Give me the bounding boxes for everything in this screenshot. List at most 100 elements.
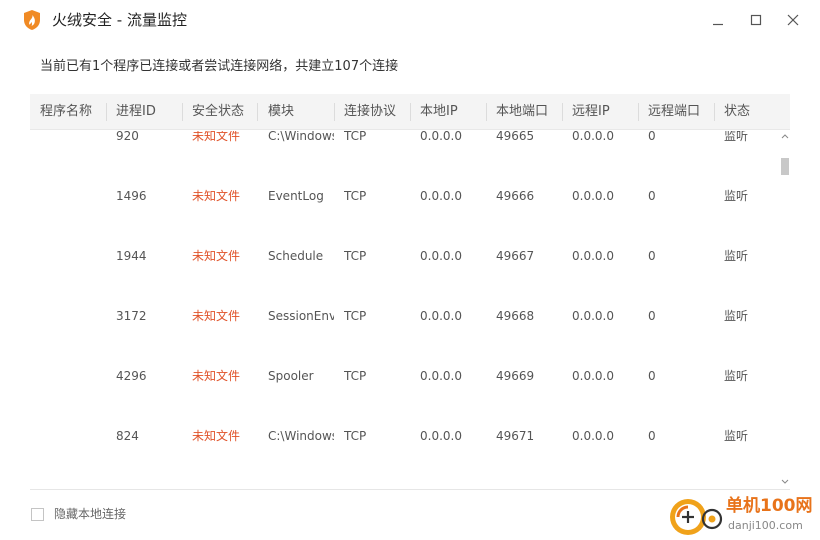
title-bar: 火绒安全 - 流量监控	[0, 0, 820, 40]
cell-state: 监听	[724, 189, 749, 203]
cell-local-port: 49667	[496, 249, 535, 263]
cell-local-port: 49669	[496, 369, 535, 383]
chevron-up-icon	[781, 134, 789, 139]
cell-protocol: TCP	[344, 309, 367, 323]
cell-protocol: TCP	[344, 189, 367, 203]
cell-security-status: 未知文件	[192, 131, 241, 143]
cell-remote-ip: 0.0.0.0	[572, 309, 614, 323]
cell-local-port: 49671	[496, 429, 535, 443]
cell-local-port: 49666	[496, 189, 535, 203]
column-divider[interactable]	[334, 103, 335, 121]
cell-module: Schedule	[268, 249, 324, 263]
huorong-logo-icon	[24, 10, 40, 30]
column-divider[interactable]	[638, 103, 639, 121]
column-divider[interactable]	[257, 103, 258, 121]
cell-pid: 1496	[116, 189, 147, 203]
cell-protocol: TCP	[344, 429, 367, 443]
cell-security-status: 未知文件	[192, 369, 241, 383]
watermark-url: danji100.com	[728, 519, 803, 532]
close-button[interactable]	[781, 8, 805, 32]
cell-remote-port: 0	[648, 369, 656, 383]
cell-protocol: TCP	[344, 369, 367, 383]
cell-remote-port: 0	[648, 189, 656, 203]
table-body: 920 未知文件 C:\Windows TCP 0.0.0.0 49665 0.…	[30, 131, 778, 487]
table-row[interactable]: 1496 未知文件 EventLog TCP 0.0.0.0 49666 0.0…	[30, 188, 778, 248]
column-divider[interactable]	[486, 103, 487, 121]
connection-table: 程序名称 进程ID 安全状态 模块 连接协议 本地IP 本地端口 远程IP 远程…	[30, 94, 792, 490]
cell-security-status: 未知文件	[192, 429, 241, 443]
cell-remote-ip: 0.0.0.0	[572, 189, 614, 203]
column-divider[interactable]	[182, 103, 183, 121]
close-icon	[787, 14, 799, 26]
cell-security-status: 未知文件	[192, 249, 241, 263]
column-header-remote-ip[interactable]: 远程IP	[572, 94, 638, 130]
danji100-logo-icon	[670, 499, 723, 535]
column-divider[interactable]	[562, 103, 563, 121]
cell-module: C:\Windows	[268, 131, 334, 143]
cell-remote-port: 0	[648, 249, 656, 263]
maximize-button[interactable]	[744, 8, 768, 32]
vertical-scrollbar[interactable]	[778, 130, 792, 490]
column-header-local-port[interactable]: 本地端口	[496, 94, 562, 130]
cell-local-port: 49668	[496, 309, 535, 323]
cell-pid: 824	[116, 429, 139, 443]
table-header: 程序名称 进程ID 安全状态 模块 连接协议 本地IP 本地端口 远程IP 远程…	[30, 94, 790, 130]
table-row[interactable]: 4296 未知文件 Spooler TCP 0.0.0.0 49669 0.0.…	[30, 368, 778, 428]
column-header-pid[interactable]: 进程ID	[116, 94, 182, 130]
window-title: 火绒安全 - 流量监控	[52, 11, 187, 29]
table-row[interactable]: 1944 未知文件 Schedule TCP 0.0.0.0 49667 0.0…	[30, 248, 778, 308]
column-divider[interactable]	[714, 103, 715, 121]
cell-local-ip: 0.0.0.0	[420, 309, 462, 323]
cell-remote-port: 0	[648, 309, 656, 323]
column-divider[interactable]	[410, 103, 411, 121]
cell-pid: 4296	[116, 369, 147, 383]
cell-state: 监听	[724, 309, 749, 323]
scrollbar-thumb[interactable]	[781, 158, 789, 175]
column-divider[interactable]	[106, 103, 107, 121]
cell-remote-ip: 0.0.0.0	[572, 429, 614, 443]
table-row[interactable]: 920 未知文件 C:\Windows TCP 0.0.0.0 49665 0.…	[30, 131, 778, 188]
scroll-up-button[interactable]	[778, 130, 792, 142]
column-header-state[interactable]: 状态	[724, 94, 780, 130]
cell-state: 监听	[724, 429, 749, 443]
column-header-program-name[interactable]: 程序名称	[40, 94, 108, 130]
cell-module: Spooler	[268, 369, 314, 383]
column-header-security[interactable]: 安全状态	[192, 94, 256, 130]
hide-local-connections-checkbox[interactable]	[31, 508, 44, 521]
cell-remote-port: 0	[648, 429, 656, 443]
minimize-button[interactable]	[706, 8, 730, 32]
cell-module: SessionEnv	[268, 309, 334, 323]
cell-module: EventLog	[268, 189, 324, 203]
cell-local-ip: 0.0.0.0	[420, 249, 462, 263]
watermark-brand: 单机100网	[726, 496, 813, 516]
scroll-down-button[interactable]	[778, 476, 792, 488]
column-header-remote-port[interactable]: 远程端口	[648, 94, 714, 130]
cell-remote-ip: 0.0.0.0	[572, 369, 614, 383]
cell-state: 监听	[724, 369, 749, 383]
footer-divider	[30, 489, 790, 490]
cell-state: 监听	[724, 131, 749, 143]
chevron-down-icon	[781, 479, 789, 484]
cell-remote-ip: 0.0.0.0	[572, 249, 614, 263]
cell-local-port: 49665	[496, 131, 535, 143]
table-row[interactable]: 824 未知文件 C:\Windows TCP 0.0.0.0 49671 0.…	[30, 428, 778, 487]
cell-local-ip: 0.0.0.0	[420, 131, 462, 143]
cell-pid: 920	[116, 131, 139, 143]
cell-local-ip: 0.0.0.0	[420, 429, 462, 443]
table-row[interactable]: 3172 未知文件 SessionEnv TCP 0.0.0.0 49668 0…	[30, 308, 778, 368]
cell-remote-port: 0	[648, 131, 656, 143]
cell-module: C:\Windows	[268, 429, 334, 443]
watermark: 单机100网 danji100.com	[668, 494, 818, 540]
column-header-protocol[interactable]: 连接协议	[344, 94, 410, 130]
cell-security-status: 未知文件	[192, 189, 241, 203]
column-header-local-ip[interactable]: 本地IP	[420, 94, 486, 130]
cell-security-status: 未知文件	[192, 309, 241, 323]
cell-remote-ip: 0.0.0.0	[572, 131, 614, 143]
connection-summary: 当前已有1个程序已连接或者尝试连接网络，共建立107个连接	[40, 59, 399, 74]
cell-pid: 3172	[116, 309, 147, 323]
minimize-icon	[713, 23, 723, 26]
cell-local-ip: 0.0.0.0	[420, 369, 462, 383]
hide-local-connections-label[interactable]: 隐藏本地连接	[54, 506, 126, 523]
column-header-module[interactable]: 模块	[268, 94, 334, 130]
cell-protocol: TCP	[344, 249, 367, 263]
